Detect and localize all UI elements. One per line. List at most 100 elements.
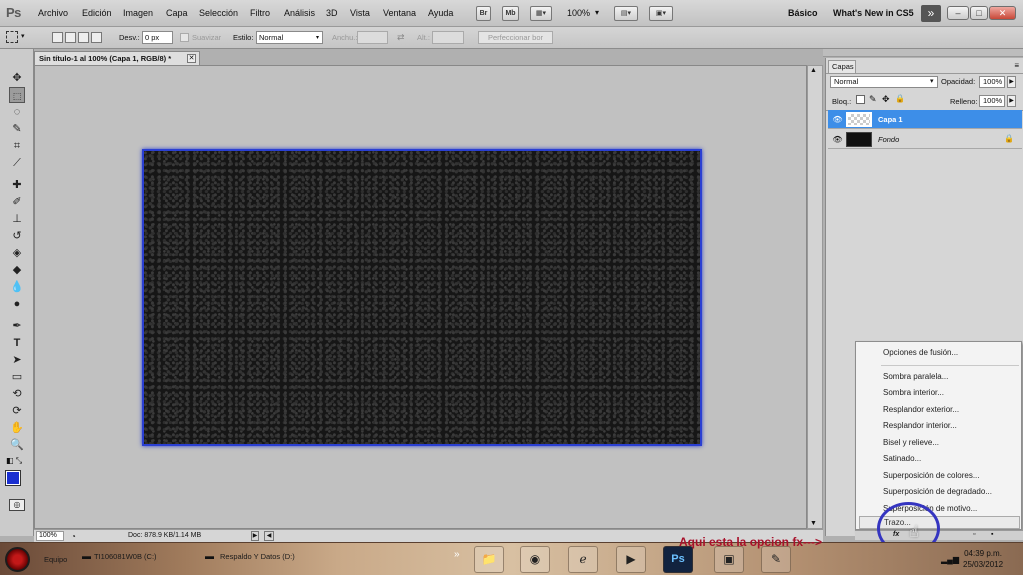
new-selection-icon[interactable] <box>52 32 63 43</box>
lock-transparency-icon[interactable] <box>856 95 865 104</box>
menu-seleccion[interactable]: Selección <box>199 8 238 18</box>
height-input[interactable] <box>432 31 464 44</box>
start-button[interactable] <box>5 547 30 572</box>
menu-item-bevel-emboss[interactable]: Bisel y relieve... <box>883 438 939 447</box>
marquee-tool-icon[interactable]: ⬚ <box>9 87 25 103</box>
menu-ventana[interactable]: Ventana <box>383 8 416 18</box>
3d-rotate-tool-icon[interactable]: ⟲ <box>9 386 25 402</box>
layer-name[interactable]: Capa 1 <box>878 115 903 124</box>
maximize-button[interactable]: □ <box>970 6 988 20</box>
chrome-taskbar-icon[interactable]: ◉ <box>520 546 550 573</box>
style-select[interactable]: Normal <box>256 31 323 44</box>
menu-item-inner-shadow[interactable]: Sombra interior... <box>883 388 944 397</box>
trash-icon[interactable]: ▪ <box>991 531 993 538</box>
minimize-button[interactable]: – <box>947 6 969 20</box>
history-brush-tool-icon[interactable]: ↺ <box>9 228 25 244</box>
shape-tool-icon[interactable]: ▭ <box>9 369 25 385</box>
healing-brush-tool-icon[interactable]: ✚ <box>9 177 25 193</box>
scroll-up-icon[interactable]: ▲ <box>810 67 817 74</box>
close-button[interactable]: ✕ <box>989 6 1016 20</box>
fill-input[interactable]: 100% <box>979 95 1005 107</box>
menu-item-drop-shadow[interactable]: Sombra paralela... <box>883 372 948 381</box>
eye-icon[interactable]: 👁 <box>832 134 843 145</box>
quick-select-tool-icon[interactable]: ✎ <box>9 121 25 137</box>
add-selection-icon[interactable] <box>65 32 76 43</box>
menu-item-inner-glow[interactable]: Resplandor interior... <box>883 421 957 430</box>
ie-taskbar-icon[interactable]: ℯ <box>568 546 598 573</box>
blur-tool-icon[interactable]: 💧 <box>9 279 25 295</box>
photoshop-taskbar-icon[interactable]: Ps <box>663 546 693 573</box>
paint-bucket-tool-icon[interactable]: ◆ <box>9 262 25 278</box>
antialias-checkbox[interactable] <box>180 33 189 42</box>
zoom-tool-icon[interactable]: 🔍 <box>9 437 25 453</box>
view-extras-icon[interactable]: ▦▾ <box>530 6 552 21</box>
taskbar-drive-d[interactable]: Respaldo Y Datos (D:) <box>220 552 295 561</box>
hand-tool-icon[interactable]: ✋ <box>9 420 25 436</box>
width-input[interactable] <box>357 31 388 44</box>
blend-mode-dropdown-icon[interactable]: ▾ <box>930 77 934 85</box>
opacity-input[interactable]: 100% <box>979 76 1005 88</box>
panel-menu-icon[interactable]: ≡ <box>1014 61 1019 70</box>
menu-archivo[interactable]: Archivo <box>38 8 68 18</box>
feather-input[interactable]: 0 px <box>142 31 173 44</box>
app-taskbar-icon[interactable]: ▣ <box>714 546 744 573</box>
dodge-tool-icon[interactable]: ● <box>9 296 25 312</box>
menu-item-gradient-overlay[interactable]: Superposición de degradado... <box>883 487 992 496</box>
menu-imagen[interactable]: Imagen <box>123 8 153 18</box>
menu-item-outer-glow[interactable]: Resplandor exterior... <box>883 405 959 414</box>
layer-row[interactable]: 👁 Fondo 🔒 <box>828 130 1022 149</box>
foreground-color-swatch[interactable] <box>5 470 21 486</box>
menu-vista[interactable]: Vista <box>350 8 370 18</box>
quick-mask-icon[interactable]: ◎ <box>9 499 25 511</box>
3d-orbit-tool-icon[interactable]: ⟳ <box>9 403 25 419</box>
menu-item-color-overlay[interactable]: Superposición de colores... <box>883 471 980 480</box>
workspace-whats-new[interactable]: What's New in CS5 <box>833 8 914 18</box>
brush-tool-icon[interactable]: ✐ <box>9 194 25 210</box>
zoom-level[interactable]: 100% <box>567 8 590 18</box>
status-zoom-field[interactable]: 100% <box>36 531 64 541</box>
zoom-dropdown-icon[interactable]: ▾ <box>595 8 599 17</box>
intersect-selection-icon[interactable] <box>91 32 102 43</box>
toolbar-expand-icon[interactable]: » <box>454 549 460 560</box>
layer-row[interactable]: 👁 Capa 1 <box>828 110 1022 129</box>
workspace-basico[interactable]: Básico <box>788 8 818 18</box>
paint-taskbar-icon[interactable]: ✎ <box>761 546 791 573</box>
media-player-taskbar-icon[interactable]: ▶ <box>616 546 646 573</box>
move-tool-icon[interactable]: ✥ <box>9 70 25 86</box>
taskbar-drive-c[interactable]: TI106081W0B (C:) <box>94 552 157 561</box>
canvas-layer-content[interactable] <box>142 149 702 446</box>
type-tool-icon[interactable]: T <box>9 335 25 351</box>
new-layer-icon[interactable]: ▫ <box>973 531 975 538</box>
menu-edicion[interactable]: Edición <box>82 8 112 18</box>
menu-capa[interactable]: Capa <box>166 8 188 18</box>
style-dropdown-icon[interactable]: ▾ <box>316 34 319 41</box>
vertical-scrollbar[interactable]: ▲ ▼ <box>807 65 823 529</box>
menu-3d[interactable]: 3D <box>326 8 338 18</box>
hscroll-left-icon[interactable]: ◀ <box>264 531 274 541</box>
eyedropper-tool-icon[interactable]: ⟋ <box>9 155 25 171</box>
arrange-docs-icon[interactable]: ▤▾ <box>614 6 638 21</box>
more-workspaces-button[interactable]: » <box>921 5 941 22</box>
crop-tool-icon[interactable]: ⌗ <box>9 138 25 154</box>
path-selection-tool-icon[interactable]: ➤ <box>9 352 25 368</box>
menu-ayuda[interactable]: Ayuda <box>428 8 453 18</box>
lasso-tool-icon[interactable]: ◌ <box>9 104 25 120</box>
status-menu-arrow-icon[interactable]: ▶ <box>251 531 259 541</box>
taskbar-equipo[interactable]: Equipo <box>44 555 67 564</box>
refine-edge-button[interactable]: Perfeccionar bor <box>478 31 553 44</box>
fill-arrow-icon[interactable]: ▶ <box>1007 95 1016 107</box>
layer-name[interactable]: Fondo <box>878 135 899 144</box>
menu-filtro[interactable]: Filtro <box>250 8 270 18</box>
lock-all-icon[interactable]: 🔒 <box>895 94 905 103</box>
subtract-selection-icon[interactable] <box>78 32 89 43</box>
explorer-taskbar-icon[interactable]: 📁 <box>474 546 504 573</box>
preset-dropdown-icon[interactable]: ▾ <box>21 32 25 40</box>
bridge-icon[interactable]: Br <box>476 6 491 21</box>
clone-stamp-tool-icon[interactable]: ⊥ <box>9 211 25 227</box>
menu-item-satin[interactable]: Satinado... <box>883 454 921 463</box>
menu-analisis[interactable]: Análisis <box>284 8 315 18</box>
pen-tool-icon[interactable]: ✒ <box>9 318 25 334</box>
opacity-arrow-icon[interactable]: ▶ <box>1007 76 1016 88</box>
layers-tab[interactable]: Capas <box>828 60 856 73</box>
swap-icon[interactable]: ⇄ <box>397 32 405 43</box>
